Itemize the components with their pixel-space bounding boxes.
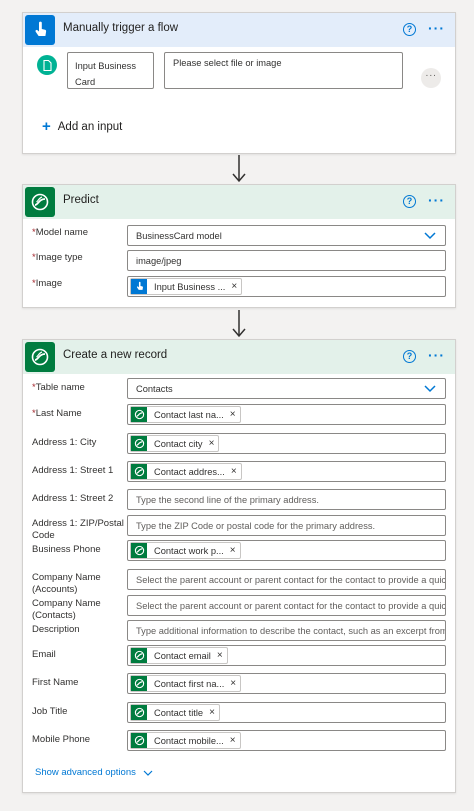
input-name-line1: Input Business — [75, 61, 136, 71]
dataverse-icon — [131, 648, 147, 663]
touch-icon — [131, 279, 147, 294]
add-input-label: Add an input — [57, 121, 123, 133]
trigger-title: Manually trigger a flow — [63, 22, 179, 34]
table-name-dropdown[interactable]: Contacts — [127, 378, 446, 399]
help-icon[interactable]: ? — [403, 350, 416, 363]
flow-arrow-2 — [231, 310, 247, 338]
image-type-field[interactable]: image/jpeg — [127, 250, 446, 271]
chevron-down-icon — [143, 770, 153, 776]
zip-field[interactable]: Type the ZIP Code or postal code for the… — [127, 515, 446, 536]
predict-title: Predict — [63, 194, 99, 206]
remove-token-icon[interactable]: × — [230, 545, 236, 556]
input-file-placeholder: Please select file or image — [173, 58, 282, 68]
company-accounts-field[interactable]: Select the parent account or parent cont… — [127, 569, 446, 590]
create-record-header[interactable]: Create a new record ? ··· — [23, 340, 455, 374]
first-name-label: First Name — [32, 677, 79, 688]
more-options-icon[interactable]: ··· — [428, 21, 445, 35]
image-type-label: *Image type — [32, 252, 83, 263]
trigger-header[interactable]: Manually trigger a flow ? ··· — [23, 13, 455, 47]
first-name-field[interactable]: Contact first na... × — [127, 673, 446, 694]
company-contacts-field[interactable]: Select the parent account or parent cont… — [127, 595, 446, 616]
email-field[interactable]: Contact email × — [127, 645, 446, 666]
model-name-dropdown[interactable]: BusinessCard model — [127, 225, 446, 246]
last-name-label: *Last Name — [32, 408, 82, 419]
trigger-card: Manually trigger a flow ? ··· Input Busi… — [22, 12, 456, 154]
job-title-field[interactable]: Contact title × — [127, 702, 446, 723]
business-phone-field[interactable]: Contact work p... × — [127, 540, 446, 561]
mobile-phone-label: Mobile Phone — [32, 734, 91, 745]
create-record-title: Create a new record — [63, 349, 168, 361]
dataverse-icon — [131, 407, 147, 422]
company-contacts-label: Company Name (Contacts) — [32, 598, 101, 621]
city-label: Address 1: City — [32, 437, 97, 448]
street1-token[interactable]: Contact addres... × — [130, 463, 242, 480]
street2-field[interactable]: Type the second line of the primary addr… — [127, 489, 446, 510]
dataverse-icon — [131, 705, 147, 720]
predict-header[interactable]: Predict ? ··· — [23, 185, 455, 219]
city-token[interactable]: Contact city × — [130, 435, 220, 452]
predict-card: Predict ? ··· *Model name BusinessCard m… — [22, 184, 456, 308]
remove-token-icon[interactable]: × — [217, 650, 223, 661]
image-label: *Image — [32, 278, 63, 289]
mobile-phone-token[interactable]: Contact mobile... × — [130, 732, 241, 749]
street1-label: Address 1: Street 1 — [32, 465, 114, 476]
input-name-field[interactable]: Input Business Card — [67, 52, 154, 89]
touch-icon — [25, 15, 55, 45]
dataverse-icon — [131, 436, 147, 451]
dataverse-icon — [131, 464, 147, 479]
remove-token-icon[interactable]: × — [231, 281, 237, 292]
first-name-token[interactable]: Contact first na... × — [130, 675, 242, 692]
chevron-down-icon — [424, 232, 436, 240]
image-token[interactable]: Input Business ... × — [130, 278, 243, 295]
description-field[interactable]: Type additional information to describe … — [127, 620, 446, 641]
remove-token-icon[interactable]: × — [230, 735, 236, 746]
remove-token-icon[interactable]: × — [230, 678, 236, 689]
dataverse-icon — [131, 733, 147, 748]
more-options-icon[interactable]: ··· — [428, 193, 445, 207]
model-name-label: *Model name — [32, 227, 88, 238]
street2-label: Address 1: Street 2 — [32, 493, 114, 504]
input-file-field[interactable]: Please select file or image — [164, 52, 403, 89]
input-name-line2: Card — [75, 77, 96, 87]
image-field[interactable]: Input Business ... × — [127, 276, 446, 297]
plus-icon: + — [42, 118, 51, 135]
last-name-token[interactable]: Contact last na... × — [130, 406, 241, 423]
remove-token-icon[interactable]: × — [230, 409, 236, 420]
create-record-card: Create a new record ? ··· *Table name Co… — [22, 339, 456, 793]
remove-token-icon[interactable]: × — [209, 707, 215, 718]
email-label: Email — [32, 649, 56, 660]
company-accounts-label: Company Name (Accounts) — [32, 572, 101, 595]
last-name-field[interactable]: Contact last na... × — [127, 404, 446, 425]
street1-field[interactable]: Contact addres... × — [127, 461, 446, 482]
table-name-label: *Table name — [32, 382, 85, 393]
input-more-button[interactable]: ··· — [421, 68, 441, 88]
add-input-button[interactable]: + Add an input — [42, 118, 123, 135]
remove-token-icon[interactable]: × — [231, 466, 237, 477]
remove-token-icon[interactable]: × — [209, 438, 215, 449]
city-field[interactable]: Contact city × — [127, 433, 446, 454]
more-options-icon[interactable]: ··· — [428, 348, 445, 362]
show-advanced-options-link[interactable]: Show advanced options — [35, 767, 153, 778]
help-icon[interactable]: ? — [403, 23, 416, 36]
job-title-token[interactable]: Contact title × — [130, 704, 220, 721]
description-label: Description — [32, 624, 80, 635]
business-phone-label: Business Phone — [32, 544, 101, 555]
dataverse-icon — [131, 676, 147, 691]
dataverse-icon — [25, 187, 55, 217]
zip-label: Address 1: ZIP/Postal Code — [32, 518, 124, 541]
chevron-down-icon — [424, 385, 436, 393]
dataverse-icon — [25, 342, 55, 372]
mobile-phone-field[interactable]: Contact mobile... × — [127, 730, 446, 751]
business-phone-token[interactable]: Contact work p... × — [130, 542, 241, 559]
dataverse-icon — [131, 543, 147, 558]
flow-arrow-1 — [231, 155, 247, 183]
input-type-icon — [37, 55, 57, 75]
email-token[interactable]: Contact email × — [130, 647, 228, 664]
job-title-label: Job Title — [32, 706, 68, 717]
help-icon[interactable]: ? — [403, 195, 416, 208]
